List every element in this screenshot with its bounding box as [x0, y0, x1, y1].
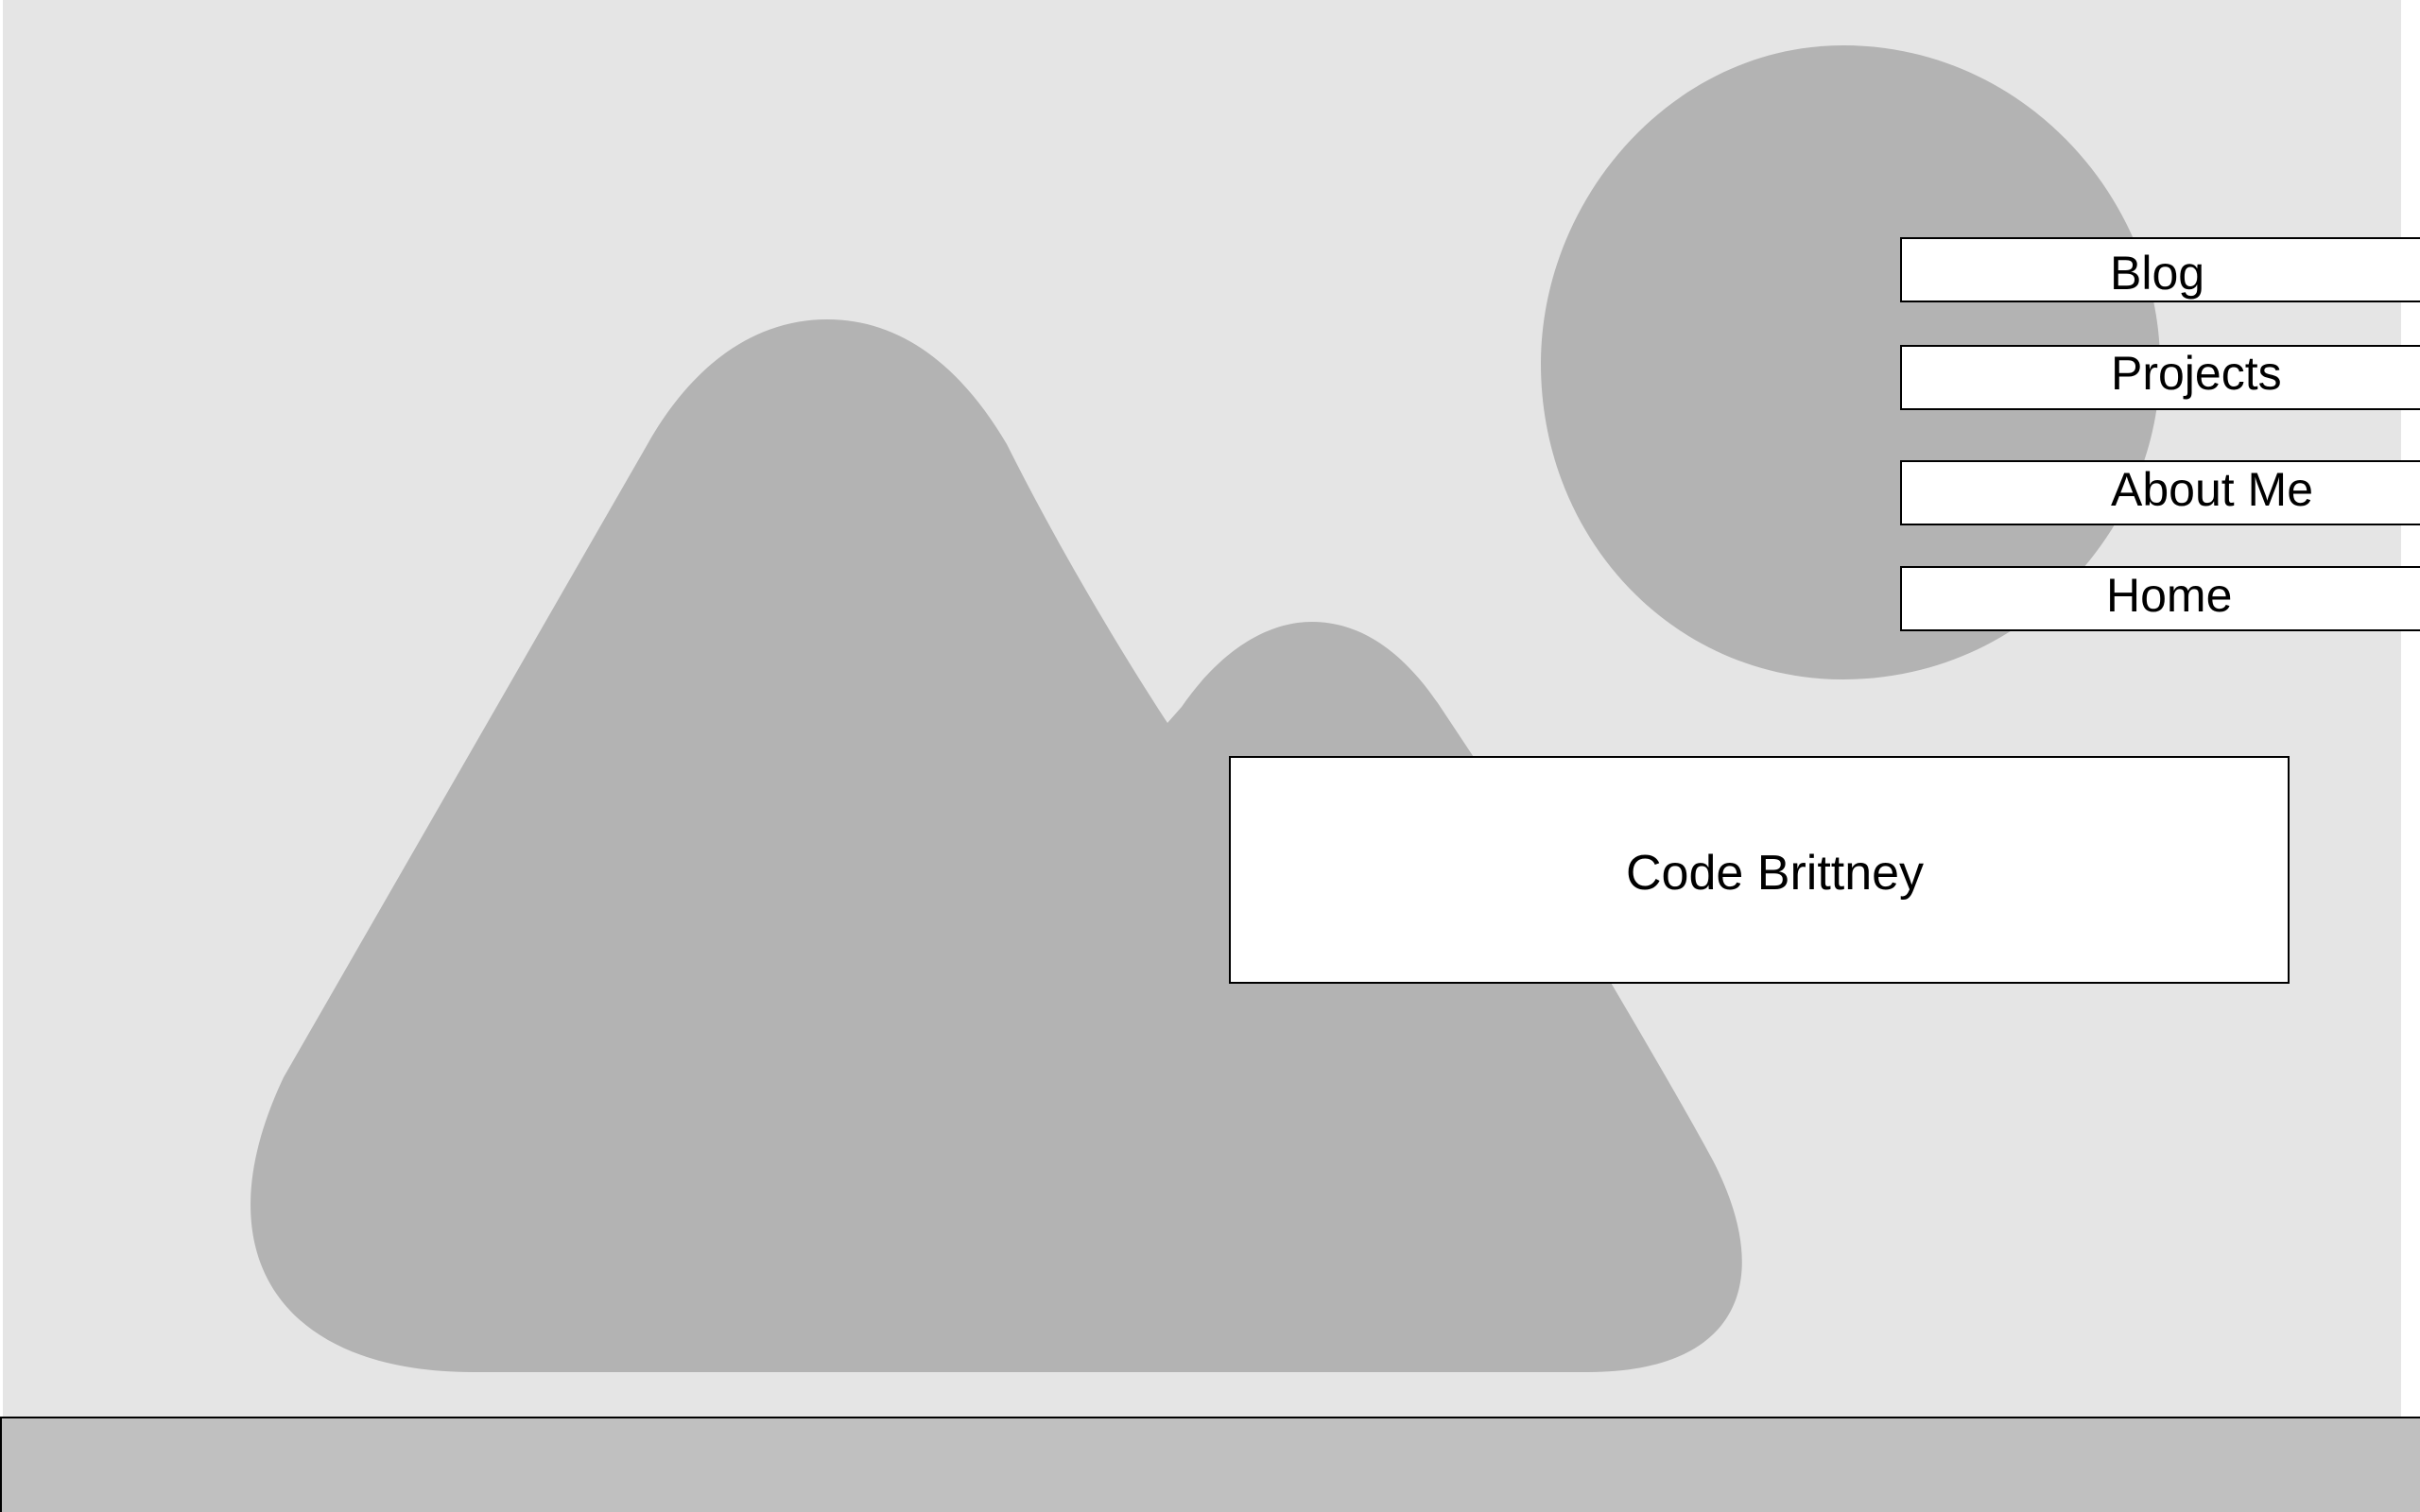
footer-bar: [0, 1417, 2420, 1512]
nav-home-button[interactable]: Home: [1900, 566, 2420, 631]
nav-about-label: About Me: [2111, 463, 2314, 516]
site-title-card: Code Brittney: [1229, 756, 2290, 984]
nav-projects-button[interactable]: Projects: [1900, 345, 2420, 410]
site-title: Code Brittney: [1626, 846, 1925, 901]
nav-blog-label: Blog: [2110, 247, 2205, 300]
nav-projects-label: Projects: [2111, 347, 2282, 400]
nav-blog-button[interactable]: Blog: [1900, 237, 2420, 302]
nav-about-button[interactable]: About Me: [1900, 460, 2420, 525]
nav-home-label: Home: [2106, 569, 2233, 622]
page: Blog Projects About Me Home Code Brittne…: [0, 0, 2420, 1512]
